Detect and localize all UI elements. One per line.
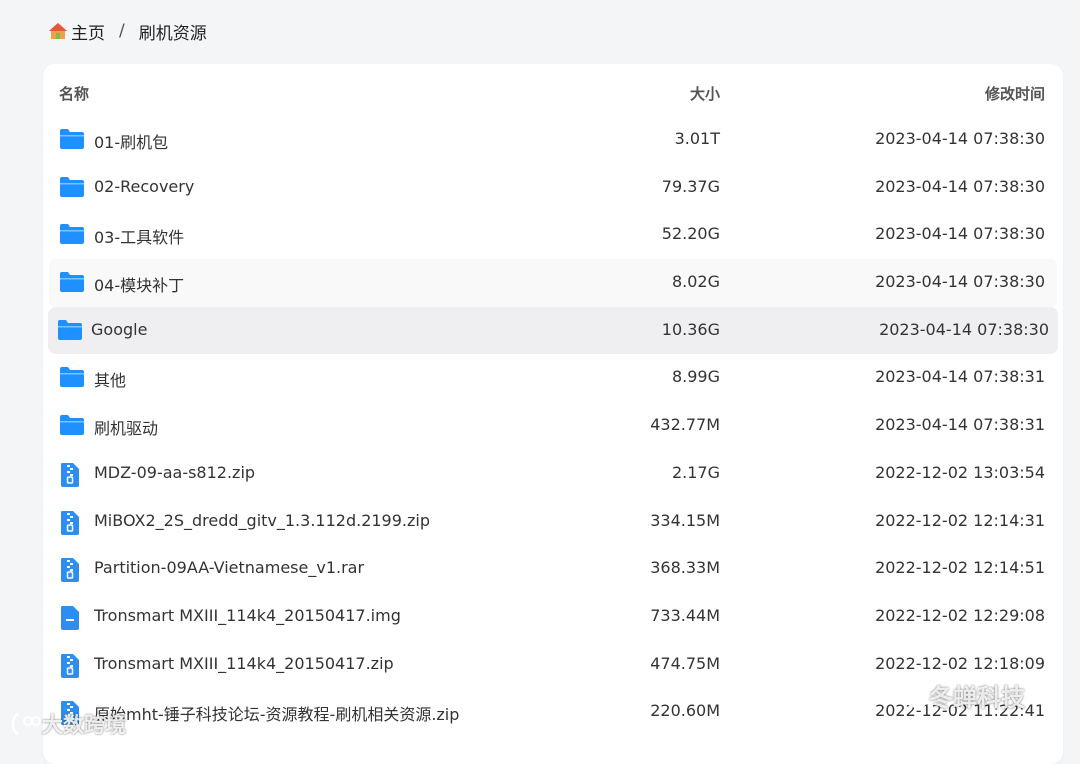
file-modified-time: 2022-12-02 13:03:54 [875, 462, 1045, 482]
wechat-icon [894, 683, 928, 708]
table-row[interactable]: Partition-09AA-Vietnamese_v1.rar 368.33M 2… [43, 545, 1063, 593]
file-size: 8.02G [671, 272, 720, 292]
file-modified-time: 2022-12-02 12:14:31 [875, 510, 1045, 530]
file-size: 432.77M [650, 415, 720, 435]
folder-icon [57, 319, 83, 343]
file-list-panel: 名称 大小 修改时间 01-刷机包 3.01T 2023-04-14 07:38:3… [43, 64, 1063, 764]
header-size[interactable]: 大小 [690, 83, 720, 104]
file-size: 3.01T [674, 129, 720, 148]
header-name[interactable]: 名称 [59, 83, 89, 104]
file-size: 2.17G [671, 462, 720, 482]
file-list: 01-刷机包 3.01T 2023-04-14 07:38:30 02-Recover… [43, 116, 1063, 736]
file-name[interactable]: MDZ-09-aa-s812.zip [94, 463, 255, 482]
zip-file-icon [59, 462, 85, 487]
table-row[interactable]: MDZ-09-aa-s812.zip 2.17G 2022-12-02 13:03:… [43, 450, 1063, 498]
table-row[interactable]: 04-模块补丁 8.02G 2023-04-14 07:38:30 [49, 259, 1057, 307]
file-name[interactable]: 02-Recovery [94, 177, 194, 196]
folder-icon [59, 176, 85, 200]
folder-icon [59, 271, 85, 295]
file-name[interactable]: Tronsmart MXIII_114k4_20150417.img [94, 606, 401, 625]
watermark-right-text: 冬蝉科技 [929, 684, 1025, 712]
file-size: 474.75M [650, 653, 720, 673]
folder-icon [59, 366, 85, 390]
breadcrumb-current: 刷机资源 [138, 23, 207, 44]
file-modified-time: 2023-04-14 07:38:31 [875, 367, 1045, 387]
file-size: 10.36G [661, 319, 720, 339]
file-modified-time: 2023-04-14 07:38:30 [875, 272, 1045, 292]
file-name[interactable]: 04-模块补丁 [94, 272, 184, 296]
zip-file-icon [59, 653, 85, 678]
file-modified-time: 2023-04-14 07:38:30 [875, 129, 1045, 148]
file-modified-time: 2022-12-02 12:14:51 [875, 558, 1045, 578]
file-name[interactable]: 其他 [94, 367, 126, 391]
table-row[interactable]: 02-Recovery 79.37G 2023-04-14 07:38:30 [43, 164, 1063, 212]
table-row[interactable]: MiBOX2_2S_dredd_gitv_1.3.112d.2199.zip 33… [43, 498, 1063, 546]
watermark-left-text: 大数跨境 [42, 713, 126, 737]
file-modified-time: 2023-04-14 07:38:30 [879, 319, 1049, 339]
table-row[interactable]: 刷机驱动 432.77M 2023-04-14 07:38:31 [43, 402, 1063, 450]
table-row[interactable]: 其他 8.99G 2023-04-14 07:38:31 [43, 354, 1063, 402]
watermark-right: 冬蝉科技 [893, 678, 1025, 713]
file-modified-time: 2022-12-02 12:29:08 [875, 605, 1045, 625]
file-name[interactable]: 01-刷机包 [94, 129, 168, 153]
breadcrumb: 主页 / 刷机资源 [48, 18, 207, 44]
file-modified-time: 2023-04-14 07:38:31 [875, 415, 1045, 435]
table-row[interactable]: 03-工具软件 52.20G 2023-04-14 07:38:30 [43, 211, 1063, 259]
folder-icon [59, 128, 85, 152]
watermark-logo-icon [11, 712, 41, 736]
folder-icon [59, 223, 85, 247]
file-size: 8.99G [671, 367, 720, 387]
file-size: 220.60M [650, 701, 720, 721]
file-name[interactable]: 刷机驱动 [94, 415, 158, 439]
watermark-left: 大数跨境 [8, 709, 126, 739]
file-name[interactable]: Partition-09AA-Vietnamese_v1.rar [94, 558, 364, 577]
table-row[interactable]: 01-刷机包 3.01T 2023-04-14 07:38:30 [43, 116, 1063, 164]
table-header: 名称 大小 修改时间 [43, 64, 1063, 122]
file-modified-time: 2022-12-02 12:18:09 [875, 653, 1045, 673]
table-row[interactable]: Google 10.36G 2023-04-14 07:38:30 [48, 306, 1058, 355]
home-icon[interactable] [48, 22, 68, 40]
table-row[interactable]: Tronsmart MXIII_114k4_20150417.img 733.44… [43, 593, 1063, 641]
file-size: 52.20G [661, 224, 720, 244]
file-size: 334.15M [650, 510, 720, 530]
file-name[interactable]: Google [91, 320, 147, 339]
file-modified-time: 2023-04-14 07:38:30 [875, 176, 1045, 196]
breadcrumb-home-link[interactable]: 主页 [71, 19, 105, 44]
file-name[interactable]: 03-工具软件 [94, 224, 184, 248]
file-size: 79.37G [661, 176, 720, 196]
file-name[interactable]: Tronsmart MXIII_114k4_20150417.zip [94, 654, 394, 673]
file-name[interactable]: 原始mht-锤子科技论坛-资源教程-刷机相关资源.zip [94, 701, 459, 725]
zip-file-icon [59, 557, 85, 583]
file-size: 368.33M [650, 558, 720, 578]
file-icon [59, 605, 85, 630]
file-modified-time: 2023-04-14 07:38:30 [875, 224, 1045, 244]
header-modified-time[interactable]: 修改时间 [985, 83, 1045, 104]
breadcrumb-separator: / [119, 21, 125, 41]
file-name[interactable]: MiBOX2_2S_dredd_gitv_1.3.112d.2199.zip [94, 511, 430, 530]
folder-icon [59, 414, 85, 438]
zip-file-icon [59, 510, 85, 535]
file-size: 733.44M [650, 605, 720, 625]
